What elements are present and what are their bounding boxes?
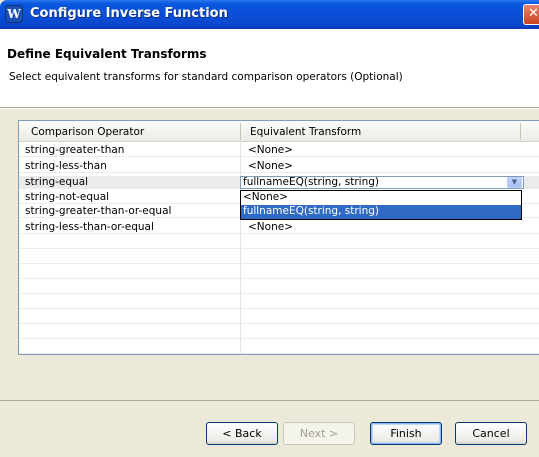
close-button[interactable]: ✕ [523,4,539,25]
transform-dropdown-list[interactable]: <None> fullnameEQ(string, string) [240,190,522,220]
table-row[interactable]: string-greater-than <None> [19,144,539,157]
operator-cell: string-not-equal [25,191,110,203]
column-header-operator[interactable]: Comparison Operator [31,126,144,138]
window-title: Configure Inverse Function [30,6,228,21]
table-header: Comparison Operator Equivalent Transform [19,121,539,142]
back-button[interactable]: < Back [206,422,278,445]
dropdown-option-highlighted[interactable]: fullnameEQ(string, string) [241,205,521,219]
header-divider [0,108,539,110]
column-divider[interactable] [240,123,241,140]
combo-value: fullnameEQ(string, string) [243,176,380,188]
operator-cell: string-greater-than [25,144,125,156]
empty-row [19,311,539,324]
empty-row [19,296,539,309]
transform-cell[interactable]: <None> [248,160,293,172]
operator-cell: string-greater-than-or-equal [25,205,172,217]
transform-combo[interactable]: fullnameEQ(string, string) ▼ [240,176,524,189]
finish-button[interactable]: Finish [370,422,442,445]
empty-row [19,326,539,339]
dropdown-option[interactable]: <None> [241,191,521,205]
transform-cell[interactable]: <None> [248,221,293,233]
empty-row [19,341,539,354]
table-row[interactable]: string-less-than <None> [19,160,539,173]
page-description: Select equivalent transforms for standar… [9,71,403,83]
table-row[interactable]: string-less-than-or-equal <None> [19,221,539,234]
dropdown-arrow-icon[interactable]: ▼ [507,177,522,188]
cancel-button[interactable]: Cancel [455,422,527,445]
wizard-header: Define Equivalent Transforms Select equi… [0,29,539,108]
column-divider[interactable] [520,123,521,140]
operator-cell: string-less-than [25,160,107,172]
title-bar[interactable]: W Configure Inverse Function ✕ [0,0,539,29]
column-header-transform[interactable]: Equivalent Transform [250,126,361,138]
transforms-table[interactable]: Comparison Operator Equivalent Transform… [18,120,539,355]
next-button[interactable]: Next > [283,422,355,445]
operator-cell: string-equal [25,176,89,188]
button-bar-divider [0,400,539,402]
app-icon: W [5,5,23,23]
transform-cell[interactable]: <None> [248,144,293,156]
empty-row [19,251,539,264]
empty-row [19,266,539,279]
page-title: Define Equivalent Transforms [7,47,207,61]
operator-cell: string-less-than-or-equal [25,221,154,233]
empty-row [19,236,539,249]
empty-row [19,281,539,294]
